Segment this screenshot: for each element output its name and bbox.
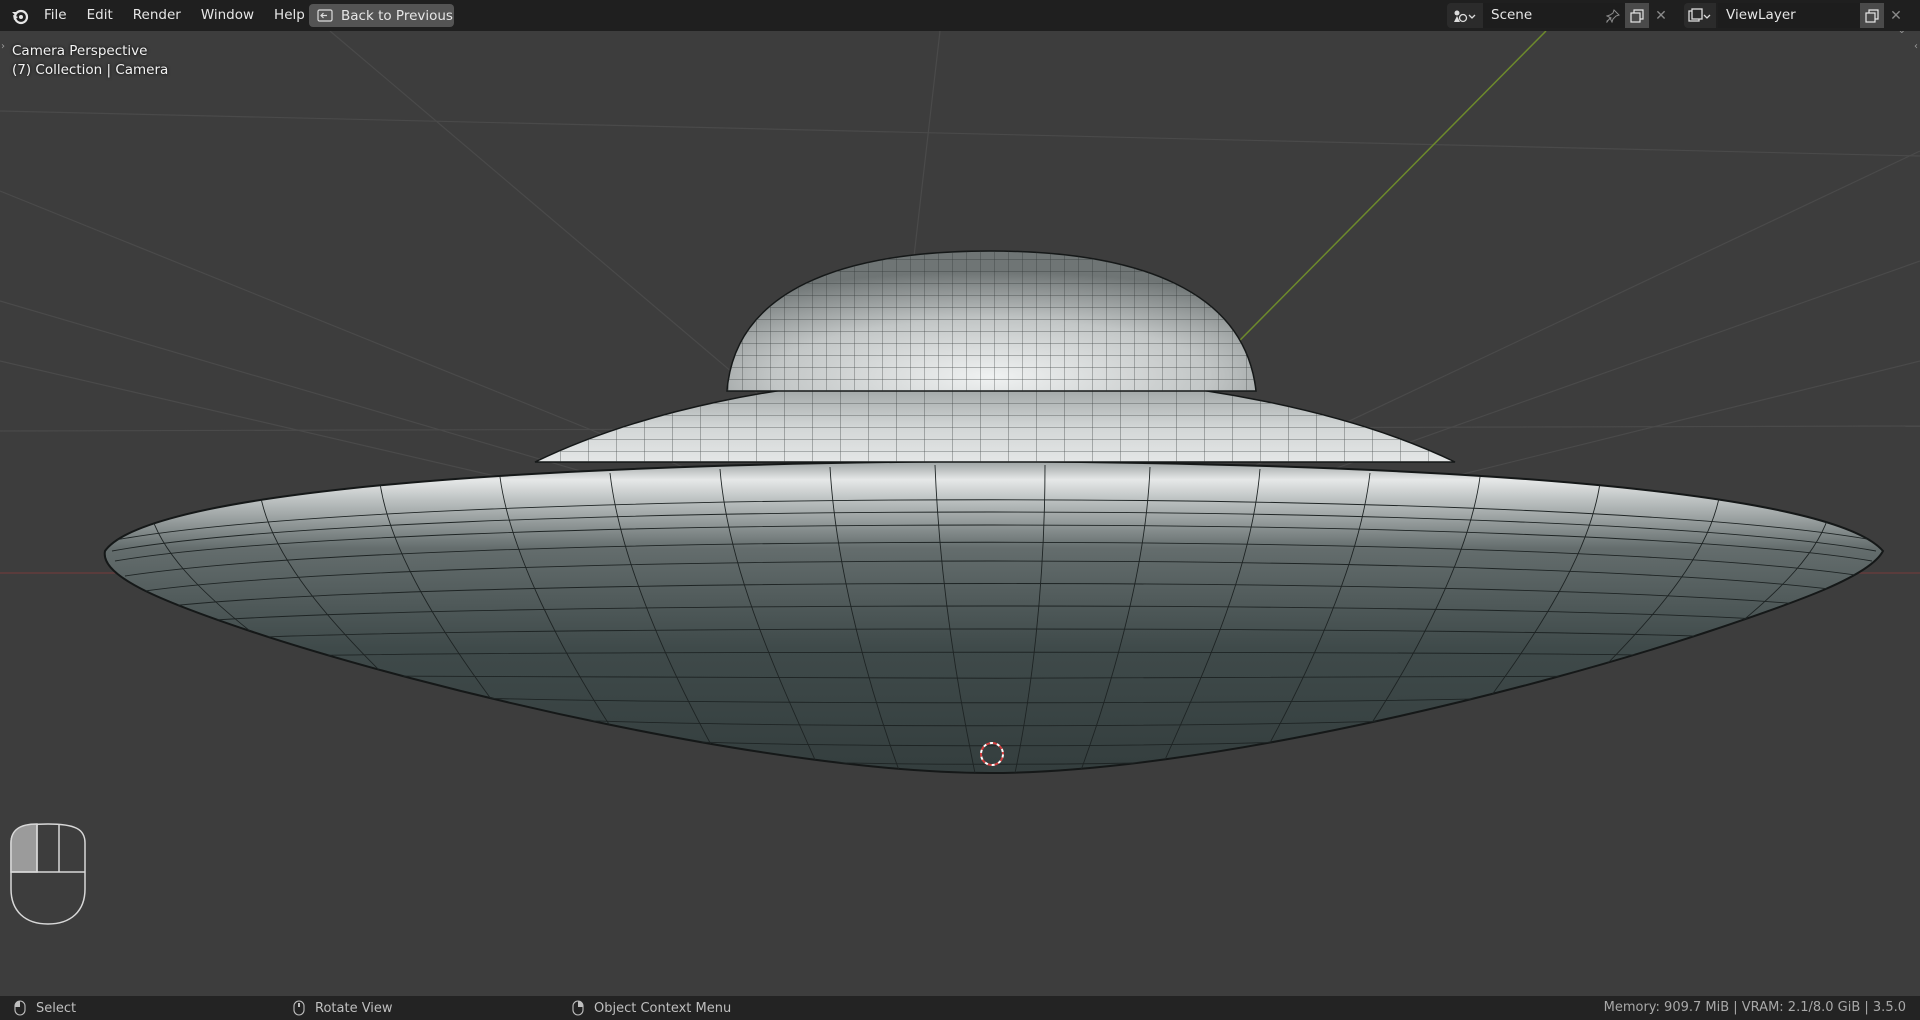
- saucer-dome: [726, 250, 1257, 392]
- view-layer-name-field[interactable]: ViewLayer: [1718, 3, 1860, 28]
- mouse-right-icon: [572, 1000, 584, 1016]
- scene-delete-button[interactable]: ✕: [1649, 3, 1673, 28]
- sidebar-expand-icon[interactable]: ‹: [1914, 41, 1918, 52]
- status-bar: Select Rotate View Object Context Menu M…: [0, 996, 1920, 1020]
- mouse-middle-icon: [293, 1000, 305, 1016]
- pin-icon: [1606, 8, 1620, 23]
- duplicate-icon: [1865, 8, 1879, 23]
- viewport-scene: [0, 31, 1920, 775]
- 3d-viewport[interactable]: Camera Perspective (7) Collection | Came…: [0, 31, 1920, 996]
- main-menu: File Edit Render Window Help: [34, 0, 315, 31]
- menu-edit[interactable]: Edit: [77, 0, 123, 31]
- blender-logo-icon[interactable]: [10, 6, 30, 26]
- view-layer-icon: [1688, 7, 1711, 22]
- scene-selector: Scene ✕: [1447, 3, 1673, 28]
- back-to-previous-label: Back to Previous: [341, 7, 453, 24]
- saucer-body: [103, 459, 1885, 775]
- status-select: Select: [14, 996, 76, 1020]
- status-rotate-view: Rotate View: [293, 996, 393, 1020]
- scene-icon: [1454, 10, 1476, 22]
- mouse-hint-icon: [10, 823, 86, 925]
- scene-name-field[interactable]: Scene: [1483, 3, 1601, 28]
- close-icon: ✕: [1890, 7, 1902, 24]
- menu-window[interactable]: Window: [191, 0, 264, 31]
- scene-browse-button[interactable]: [1447, 3, 1483, 28]
- view-layer-delete-button[interactable]: ✕: [1884, 3, 1908, 28]
- view-layer-new-button[interactable]: [1860, 3, 1884, 28]
- view-layer-browse-button[interactable]: [1684, 3, 1716, 28]
- menu-file[interactable]: File: [34, 0, 77, 31]
- status-context-menu-label: Object Context Menu: [594, 1000, 732, 1016]
- collection-info-label: (7) Collection | Camera: [12, 62, 169, 78]
- mouse-left-icon: [14, 1000, 26, 1016]
- close-icon: ✕: [1655, 7, 1667, 24]
- toolbar-expand-icon[interactable]: ›: [1, 41, 5, 52]
- duplicate-icon: [1630, 8, 1644, 23]
- view-name-label: Camera Perspective: [12, 43, 148, 59]
- back-to-previous-icon: [317, 8, 333, 22]
- top-bar: File Edit Render Window Help Back to Pre…: [0, 0, 1920, 31]
- scene-new-button[interactable]: [1625, 3, 1649, 28]
- back-to-previous-button[interactable]: Back to Previous: [309, 4, 454, 27]
- status-stats: Memory: 909.7 MiB | VRAM: 2.1/8.0 GiB | …: [1603, 1000, 1906, 1015]
- status-select-label: Select: [36, 1000, 77, 1016]
- menu-render[interactable]: Render: [123, 0, 191, 31]
- view-layer-selector: ViewLayer ✕: [1684, 3, 1908, 28]
- status-rotate-view-label: Rotate View: [315, 1000, 393, 1016]
- header-expand-icon[interactable]: ⌄: [1898, 31, 1906, 36]
- menu-help[interactable]: Help: [264, 0, 315, 31]
- scene-pin-button[interactable]: [1601, 3, 1625, 28]
- status-context-menu: Object Context Menu: [572, 996, 731, 1020]
